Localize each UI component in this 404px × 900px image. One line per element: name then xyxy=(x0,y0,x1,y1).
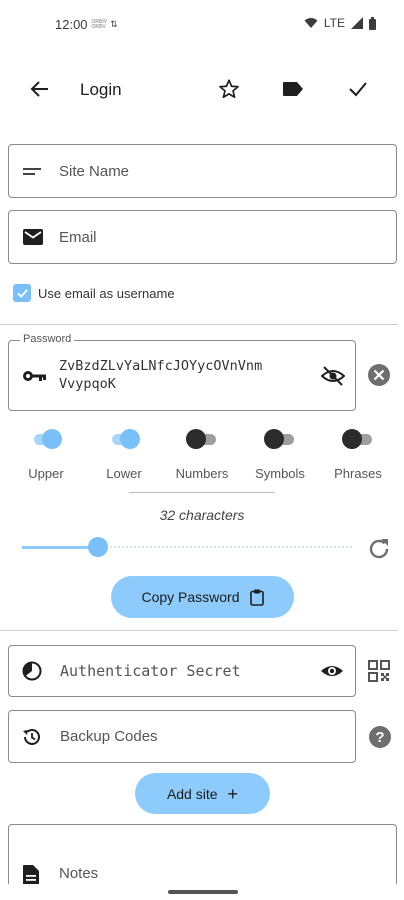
cancel-icon xyxy=(368,364,390,386)
plus-icon: + xyxy=(227,783,239,804)
use-email-label: Use email as username xyxy=(38,285,175,301)
network-label: LTE xyxy=(323,16,345,30)
option-4: Phrases xyxy=(323,428,393,481)
use-email-checkbox[interactable] xyxy=(13,284,31,302)
option-toggle-3[interactable] xyxy=(264,428,296,450)
wifi-icon xyxy=(304,18,318,28)
divider-options xyxy=(129,492,275,493)
site-name-placeholder: Site Name xyxy=(59,162,130,180)
authenticator-field[interactable]: Authenticator Secret xyxy=(8,645,356,697)
notes-placeholder: Notes xyxy=(59,865,99,882)
mail-icon xyxy=(23,229,43,245)
option-label-1: Lower xyxy=(106,466,142,481)
length-slider[interactable] xyxy=(22,535,352,559)
battery-icon xyxy=(369,16,376,30)
option-label-2: Numbers xyxy=(175,466,229,481)
history-icon xyxy=(23,728,40,745)
page-title: Login xyxy=(80,80,122,99)
star-outline-icon xyxy=(219,79,239,99)
divider-2 xyxy=(0,630,398,631)
password-options: Upper Lower Numbers Symbols Phrases xyxy=(0,428,404,488)
divider-1 xyxy=(0,324,398,325)
length-label: 32 characters xyxy=(159,507,245,523)
save-button[interactable] xyxy=(342,73,374,105)
favorite-button[interactable] xyxy=(213,73,245,105)
status-icons: LTE xyxy=(304,16,376,30)
svg-text:?: ? xyxy=(375,729,384,746)
password-label: Password xyxy=(20,333,75,345)
password-value-line-1: ZvBzdZLvYaLNfcJOYycOVnVnm xyxy=(59,358,263,374)
show-secret-button[interactable] xyxy=(320,663,344,679)
qr-code-icon xyxy=(368,660,390,682)
email-field[interactable]: Email xyxy=(8,210,397,264)
option-3: Symbols xyxy=(245,428,315,481)
copy-password-button[interactable]: Copy Password xyxy=(111,576,294,618)
add-site-label: Add site xyxy=(166,785,218,802)
slider-fill xyxy=(22,546,98,549)
checkmark-icon xyxy=(16,288,28,298)
description-icon xyxy=(23,865,39,885)
backup-codes-help-button[interactable]: ? xyxy=(368,725,392,754)
arrow-back-icon xyxy=(30,81,48,97)
toggle-visibility-button[interactable] xyxy=(320,365,346,392)
option-label-3: Symbols xyxy=(255,466,305,481)
option-toggle-4[interactable] xyxy=(342,428,374,450)
use-email-checkbox-row[interactable]: Use email as username xyxy=(13,284,175,302)
status-time: 12:00 ORBIV ORBV ⇅ xyxy=(55,17,118,32)
email-placeholder: Email xyxy=(59,228,97,246)
password-field[interactable]: Password ZvBzdZLvYaLNfcJOYycOVnVnm Vvypq… xyxy=(8,333,356,411)
refresh-icon xyxy=(369,539,389,559)
backup-codes-field[interactable]: Backup Codes xyxy=(8,710,356,763)
regenerate-button[interactable] xyxy=(366,536,392,567)
site-name-field[interactable]: Site Name xyxy=(8,144,397,198)
scan-qr-button[interactable] xyxy=(368,660,390,687)
slider-thumb[interactable] xyxy=(88,537,108,557)
clipboard-icon xyxy=(249,589,264,606)
check-icon xyxy=(349,82,367,97)
option-label-4: Phrases xyxy=(334,466,382,481)
option-toggle-0[interactable] xyxy=(30,428,62,450)
back-button[interactable] xyxy=(24,73,56,105)
option-toggle-1[interactable] xyxy=(108,428,140,450)
backup-codes-placeholder: Backup Codes xyxy=(60,728,158,745)
help-icon: ? xyxy=(369,726,391,748)
key-icon xyxy=(23,371,46,381)
copy-password-label: Copy Password xyxy=(141,589,240,605)
clear-password-button[interactable] xyxy=(367,363,391,392)
option-1: Lower xyxy=(89,428,159,481)
option-0: Upper xyxy=(11,428,81,481)
authenticator-placeholder: Authenticator Secret xyxy=(60,662,241,680)
signal-icon xyxy=(351,17,363,29)
option-label-0: Upper xyxy=(28,466,64,481)
visibility-off-icon xyxy=(320,366,346,386)
status-tiny-2: ORBV xyxy=(91,23,106,30)
add-site-button[interactable]: Add site + xyxy=(135,773,270,814)
data-arrows-icon: ⇅ xyxy=(110,19,118,29)
label-button[interactable] xyxy=(277,73,309,105)
option-toggle-2[interactable] xyxy=(186,428,218,450)
gesture-handle[interactable] xyxy=(168,890,238,894)
option-2: Numbers xyxy=(167,428,237,481)
password-value-line-2: VvypqoK xyxy=(59,376,116,392)
short-text-icon xyxy=(23,168,41,175)
authenticator-icon xyxy=(22,661,42,681)
visibility-icon xyxy=(321,666,343,676)
label-tag-icon xyxy=(283,82,303,96)
